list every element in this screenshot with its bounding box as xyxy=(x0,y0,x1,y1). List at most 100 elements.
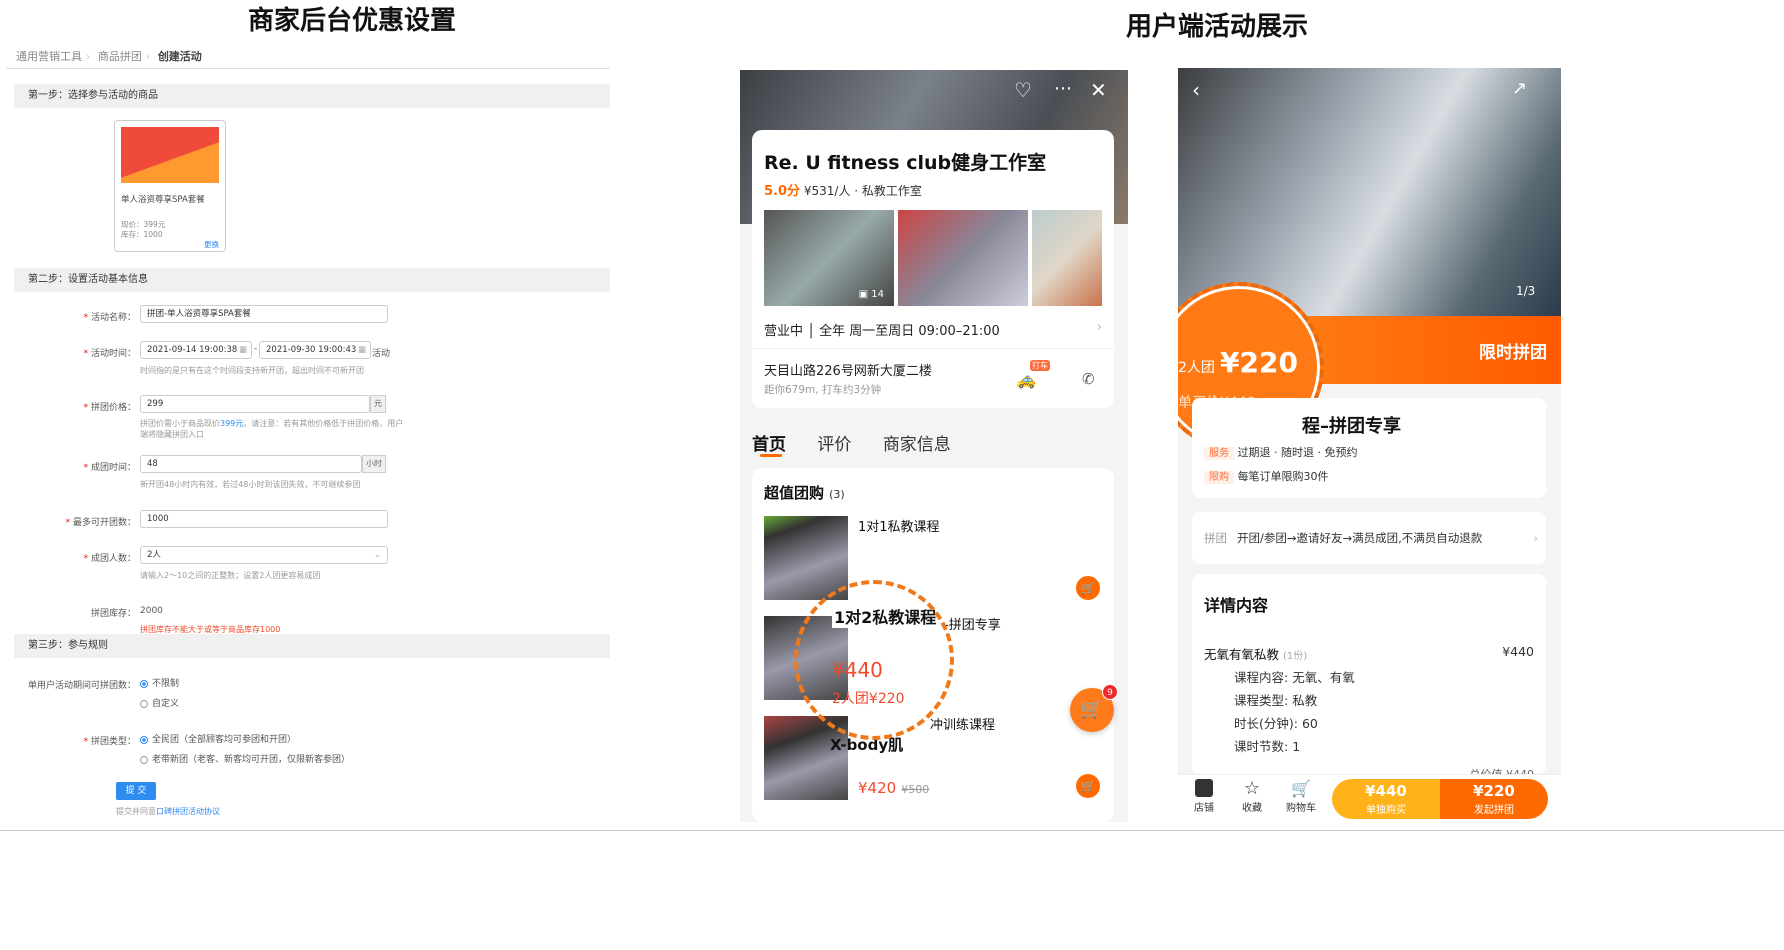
tab-indicator xyxy=(760,454,782,457)
field-label: * 活动时间： xyxy=(83,349,136,359)
taxi-button[interactable]: 🚕 打车 xyxy=(1016,360,1050,389)
field-label: * 拼团价格： xyxy=(83,403,136,413)
product-name: 单人浴资尊享SPA套餐 xyxy=(121,195,205,205)
radio-custom[interactable]: 自定义 xyxy=(140,696,179,709)
chevron-right-icon: › xyxy=(1096,320,1102,335)
group-price-input[interactable]: 299 xyxy=(140,395,370,413)
group-size-select[interactable]: 2人 ⌄ xyxy=(140,546,388,564)
floating-cart-button[interactable]: 🛒 9 xyxy=(1070,684,1118,732)
radio-icon xyxy=(140,755,148,764)
deals-title: 超值团购 (3) xyxy=(764,484,845,502)
cart-icon[interactable]: 🛒 xyxy=(1076,576,1100,600)
favorite-button[interactable]: ☆ 收藏 xyxy=(1242,779,1262,815)
time-separator: - xyxy=(254,344,258,354)
time-suffix: 活动 xyxy=(372,349,391,359)
package-row: 课程类型: 私教 xyxy=(1234,693,1318,708)
store-info-card: Re. U fitness club健身工作室 5.0分 ¥531/人 · 私教… xyxy=(752,130,1114,408)
step3-header: 第三步：参与规则 xyxy=(14,634,610,658)
activity-name-input[interactable]: 拼团-单人浴资尊享SPA套餐 xyxy=(140,305,388,323)
limit-row: 限购 每笔订单限购30件 xyxy=(1204,468,1329,484)
cart-icon[interactable]: 🛒 xyxy=(1076,774,1100,798)
deals-card: 超值团购 (3) 1对1私教课程 🛒 1对2私教课程 -拼团专享 ¥440 2人… xyxy=(752,468,1114,822)
pintuan-rule-row[interactable]: 拼团 开团/参团→邀请好友→满员成团,不满员自动退款 › xyxy=(1192,512,1546,564)
store-page: ♡ ⋯ ✕ Re. U fitness club健身工作室 5.0分 ¥531/… xyxy=(740,70,1128,822)
time-hint: 时间指的是只有在这个时间段支持新开团，超出时间不可新开团 xyxy=(140,366,364,375)
chevron-right-icon: › xyxy=(1533,531,1538,545)
field-label: * 成团时间： xyxy=(83,463,136,473)
phone-icon[interactable]: ✆ xyxy=(1082,370,1095,388)
price-hint: 拼团价需小于商品现价399元。请注意：若有其他价格低于拼团价格，用户 xyxy=(140,419,404,428)
calendar-icon: ▦ xyxy=(357,345,366,355)
radio-type-new[interactable]: 老带新团（老客、新客均可开团，仅限新客参团） xyxy=(140,752,350,765)
breadcrumb-item[interactable]: 通用营销工具 xyxy=(16,50,82,63)
back-icon[interactable]: ‹ xyxy=(1192,78,1200,102)
business-hours[interactable]: 营业中 │ 全年 周一至周日 09:00–21:00 xyxy=(764,320,1000,339)
start-group-button[interactable]: ¥220 发起拼团 xyxy=(1440,779,1548,819)
package-row: 时长(分钟): 60 xyxy=(1234,716,1318,731)
radio-icon xyxy=(140,699,148,708)
store-photo[interactable] xyxy=(1032,210,1102,306)
close-icon[interactable]: ✕ xyxy=(1090,78,1107,102)
image-counter: 1/3 xyxy=(1516,284,1536,298)
deal-price-row: ¥420 ¥500 xyxy=(858,779,930,797)
deal-hero-image xyxy=(1178,68,1561,318)
store-meta: 5.0分 ¥531/人 · 私教工作室 xyxy=(764,184,922,199)
tab-merchant-info[interactable]: 商家信息 xyxy=(883,435,951,455)
store-photo[interactable]: ▣ 14 xyxy=(764,210,894,306)
store-distance: 距你679m, 打车约3分钟 xyxy=(764,384,882,396)
favorite-icon[interactable]: ♡ xyxy=(1014,78,1032,102)
left-heading: 商家后台优惠设置 xyxy=(248,6,457,36)
admin-panel: 通用营销工具 › 商品拼团 › 创建活动 第一步：选择参与活动的商品 单人浴资尊享S… xyxy=(6,38,610,938)
details-card: 详情内容 无氧有氧私教 (1份) ¥440 课程内容: 无氧、有氧 课程类型: … xyxy=(1192,574,1546,774)
more-icon[interactable]: ⋯ xyxy=(1054,78,1072,99)
cart-button[interactable]: 🛒 购物车 xyxy=(1286,779,1316,814)
end-time-input[interactable]: 2021-09-30 19:00:43 ▦ xyxy=(259,341,371,359)
max-groups-input[interactable]: 1000 xyxy=(140,510,388,528)
hours-unit: 小时 xyxy=(362,455,386,473)
share-icon[interactable]: ↗ xyxy=(1512,78,1527,99)
radio-icon xyxy=(140,679,148,688)
product-card: 单人浴资尊享SPA套餐 现价：399元 库存：1000 更换 xyxy=(114,120,226,252)
package-item-price: ¥440 xyxy=(1502,644,1534,659)
package-item: 无氧有氧私教 (1份) xyxy=(1204,647,1308,662)
deal-name[interactable]: 1对1私教课程 xyxy=(858,516,940,535)
start-time-input[interactable]: 2021-09-14 19:00:38 ▦ xyxy=(140,341,252,359)
store-address[interactable]: 天目山路226号网新大厦二楼 xyxy=(764,360,932,379)
success-time-input[interactable]: 48 xyxy=(140,455,362,473)
bottom-divider xyxy=(0,830,1784,831)
group-price-line: 2人团 ¥220 xyxy=(1178,346,1298,379)
deal-detail-page: ‹ ↗ 1/3 限时拼团 2人团 ¥220 单买价¥440 程–拼团专享 服务 … xyxy=(1178,68,1561,822)
radio-type-all[interactable]: 全民团（全部顾客均可参团和开团） xyxy=(140,732,296,745)
agreement-link[interactable]: 口碑拼团活动协议 xyxy=(156,807,220,816)
divider xyxy=(6,68,610,69)
field-label: * 拼团类型： xyxy=(83,737,136,747)
buy-single-button[interactable]: ¥440 单独购买 xyxy=(1332,779,1440,819)
highlight-circle xyxy=(794,580,954,740)
bottom-action-bar: 店铺 ☆ 收藏 🛒 购物车 ¥440 单独购买 ¥220 发起拼团 xyxy=(1178,774,1561,822)
store-title: Re. U fitness club健身工作室 xyxy=(764,152,1047,174)
store-photo[interactable] xyxy=(898,210,1028,306)
change-product-link[interactable]: 更换 xyxy=(204,239,219,250)
product-stock: 库存：1000 xyxy=(121,230,163,239)
radio-icon xyxy=(140,735,148,744)
breadcrumb-item[interactable]: 商品拼团 xyxy=(98,50,142,63)
right-heading: 用户端活动展示 xyxy=(1126,12,1309,42)
deal-thumbnail[interactable] xyxy=(764,516,848,600)
photo-count: ▣ 14 xyxy=(858,289,884,300)
tab-home[interactable]: 首页 xyxy=(752,435,786,455)
cart-badge: 9 xyxy=(1102,684,1118,700)
store-button[interactable]: 店铺 xyxy=(1194,779,1214,814)
agreement-text: 提交并同意口碑拼团活动协议 xyxy=(116,807,220,816)
step1-header: 第一步：选择参与活动的商品 xyxy=(14,84,610,108)
divider xyxy=(752,348,1114,349)
submit-button[interactable]: 提 交 xyxy=(116,782,156,800)
deal-info-card: 程–拼团专享 服务 过期退 · 随时退 · 免预约 限购 每笔订单限购30件 xyxy=(1192,398,1546,498)
tab-reviews[interactable]: 评价 xyxy=(817,435,851,455)
breadcrumb: 通用营销工具 › 商品拼团 › 创建活动 xyxy=(16,50,202,63)
field-label: 单用户活动期间可拼团数： xyxy=(27,681,136,691)
details-title: 详情内容 xyxy=(1204,596,1269,615)
total-value: 总价值 ¥440 xyxy=(1470,766,1535,774)
radio-unlimited[interactable]: 不限制 xyxy=(140,676,179,689)
calendar-icon: ▦ xyxy=(238,345,247,355)
package-rows: 课程内容: 无氧、有氧 课程类型: 私教 时长(分钟): 60 课时节数: 1 xyxy=(1234,666,1355,758)
